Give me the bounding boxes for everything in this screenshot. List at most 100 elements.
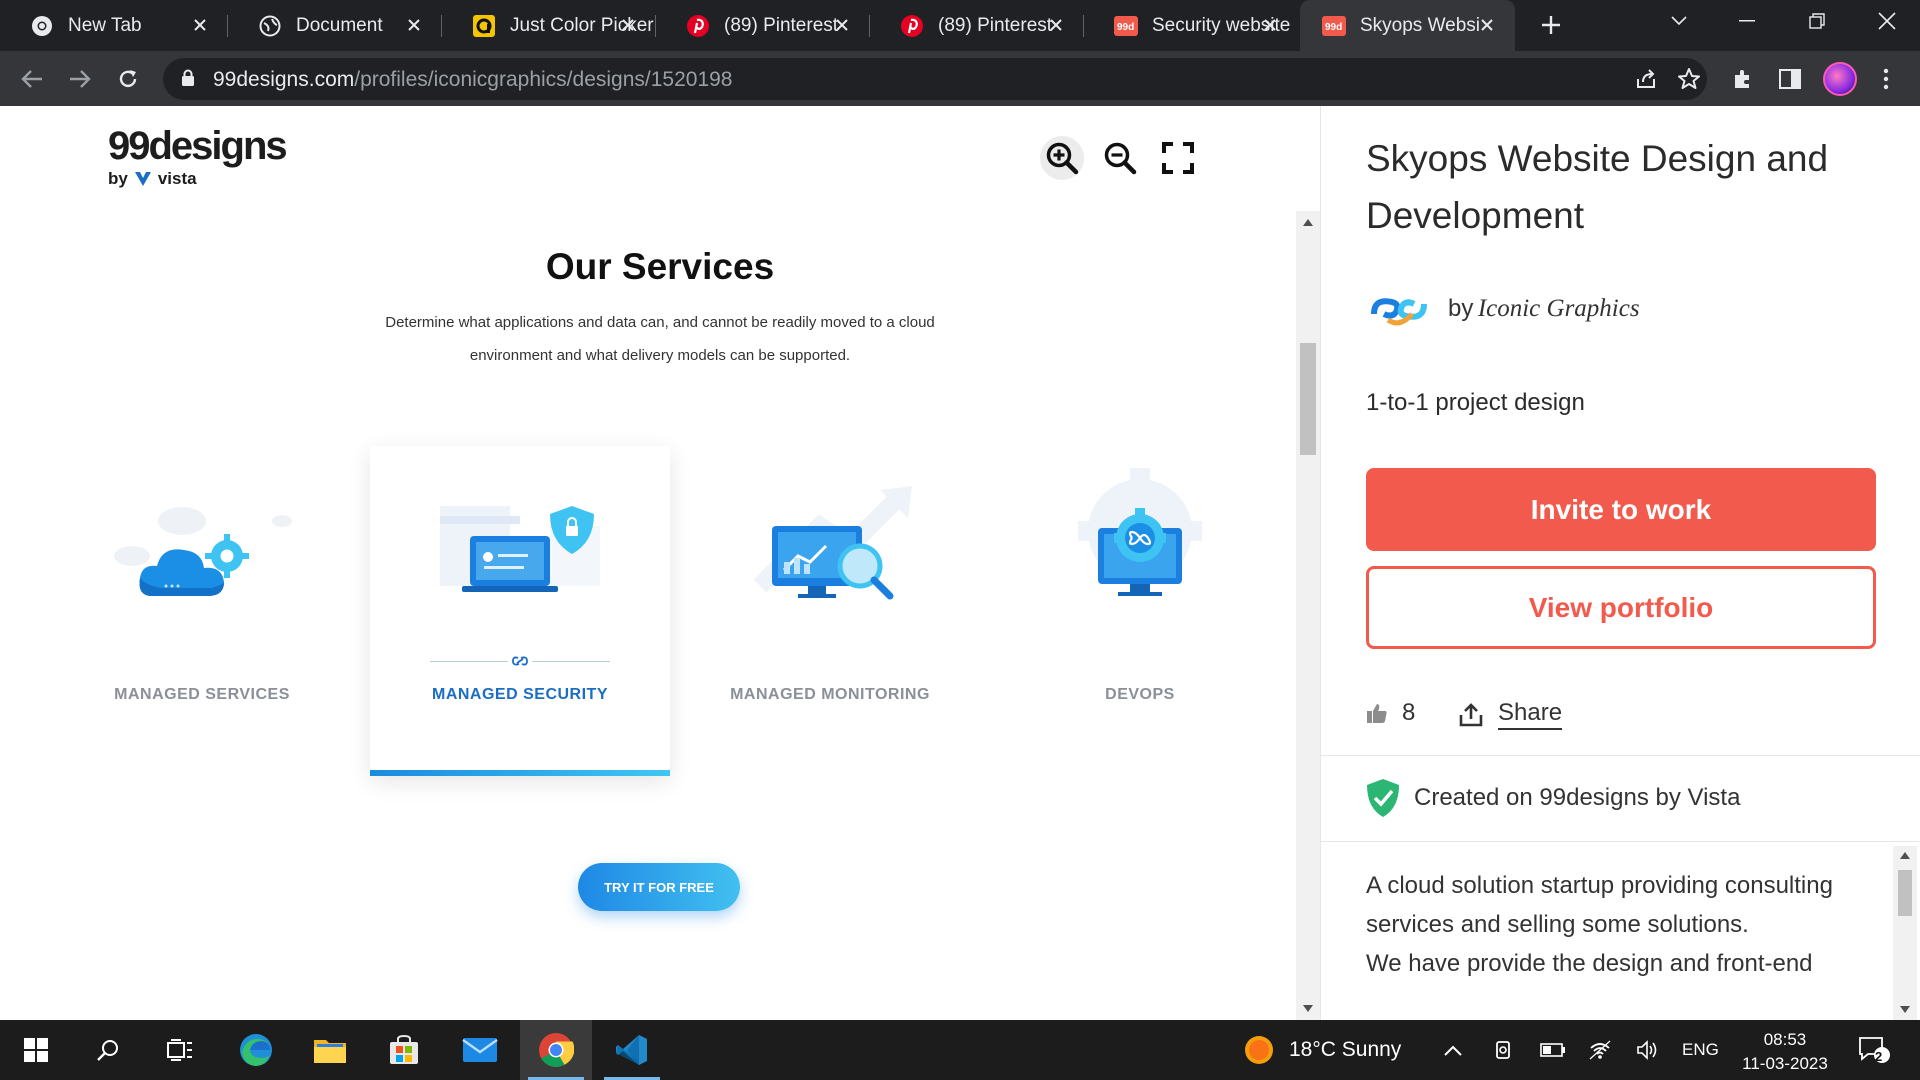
search-button[interactable] <box>72 1020 144 1080</box>
service-card: DEVOPS <box>990 446 1290 776</box>
cloud-gear-icon <box>114 507 292 596</box>
minimize-button[interactable] <box>1716 0 1778 42</box>
share-button[interactable]: Share <box>1458 699 1563 730</box>
edge-app[interactable] <box>220 1020 292 1080</box>
show-hidden-icons-button[interactable] <box>1444 1020 1462 1080</box>
design-scrollbar[interactable] <box>1296 211 1320 1020</box>
profile-avatar[interactable] <box>1823 62 1857 96</box>
scroll-down-arrow-icon[interactable] <box>1900 1006 1910 1013</box>
view-portfolio-button[interactable]: View portfolio <box>1366 566 1876 649</box>
zoom-in-icon <box>1046 142 1079 175</box>
close-tab-icon[interactable] <box>830 13 854 37</box>
fullscreen-icon <box>1162 142 1194 174</box>
url-text[interactable]: 99designs.com/profiles/iconicgraphics/de… <box>213 68 733 92</box>
scroll-down-arrow-icon[interactable] <box>1303 1005 1313 1012</box>
browser-toolbar: 99designs.com/profiles/iconicgraphics/de… <box>0 51 1920 106</box>
page-content: 99designs by vista Our Services Determin… <box>0 106 1920 1020</box>
tab-just-color-picker[interactable]: Just Color Picker <box>442 0 656 51</box>
invite-to-work-button[interactable]: Invite to work <box>1366 468 1876 551</box>
panel-scrollbar[interactable] <box>1893 846 1917 1020</box>
meet-now-icon[interactable] <box>1494 1020 1514 1080</box>
mail-icon <box>462 1038 498 1062</box>
design-description: A cloud solution startup providing consu… <box>1366 866 1886 1020</box>
notification-count: 2 <box>1875 1049 1883 1064</box>
share-label: Share <box>1498 699 1563 730</box>
kebab-menu-icon[interactable] <box>1870 63 1902 95</box>
battery-icon[interactable] <box>1540 1020 1566 1080</box>
try-it-for-free-button[interactable]: TRY IT FOR FREE <box>578 863 740 911</box>
new-tab-button[interactable] <box>1537 11 1565 39</box>
microsoft-store-app[interactable] <box>368 1020 440 1080</box>
language-indicator[interactable]: ENG <box>1682 1020 1719 1080</box>
address-bar[interactable]: 99designs.com/profiles/iconicgraphics/de… <box>163 58 1707 100</box>
99designs-icon: 99d <box>1322 14 1346 38</box>
close-tab-icon[interactable] <box>402 13 426 37</box>
wifi-icon[interactable] <box>1588 1020 1612 1080</box>
back-button[interactable] <box>16 63 48 95</box>
site-logo[interactable]: 99designs by vista <box>108 126 288 189</box>
sun-icon <box>1245 1036 1273 1064</box>
vscode-app[interactable] <box>596 1020 668 1080</box>
scrollbar-thumb[interactable] <box>1300 343 1316 455</box>
zoom-out-button[interactable] <box>1098 136 1142 180</box>
designer-name[interactable]: Iconic Graphics <box>1478 295 1640 323</box>
project-type: 1-to-1 project design <box>1366 389 1585 416</box>
tab-document[interactable]: Document <box>228 0 442 51</box>
tab-skyops-website[interactable]: 99d Skyops Website <box>1300 0 1515 51</box>
fullscreen-button[interactable] <box>1156 136 1200 180</box>
store-icon <box>390 1034 418 1064</box>
like-count: 8 <box>1402 699 1416 726</box>
pinterest-icon <box>686 14 710 38</box>
scroll-up-arrow-icon[interactable] <box>1900 852 1910 859</box>
vista-icon <box>134 172 151 186</box>
zoom-in-button[interactable] <box>1040 136 1084 180</box>
task-view-button[interactable] <box>144 1020 216 1080</box>
chrome-icon <box>539 1033 574 1067</box>
created-text: Created on 99designs by Vista <box>1414 784 1741 811</box>
design-heading: Our Services <box>545 246 775 287</box>
share-icon <box>1459 702 1483 726</box>
chrome-app[interactable] <box>520 1020 592 1080</box>
share-page-icon[interactable] <box>1630 63 1662 95</box>
restore-button[interactable] <box>1786 0 1848 42</box>
tab-pinterest-2[interactable]: (89) Pinterest <box>870 0 1084 51</box>
99designs-icon: 99d <box>1114 14 1138 38</box>
bookmark-star-icon[interactable] <box>1673 63 1705 95</box>
windows-taskbar: 18°C Sunny ENG 08:53 11-03-2023 2 <box>0 1020 1920 1080</box>
link-icon <box>508 652 532 670</box>
scroll-up-arrow-icon[interactable] <box>1303 219 1313 226</box>
scrollbar-thumb[interactable] <box>1898 870 1912 916</box>
description-paragraph: We have provide the design and front-end <box>1366 950 1813 977</box>
close-tab-icon[interactable] <box>188 13 212 37</box>
close-tab-icon[interactable] <box>616 13 640 37</box>
designer-avatar[interactable] <box>1366 284 1432 334</box>
tab-search-icon[interactable] <box>1648 0 1710 42</box>
forward-button[interactable] <box>64 63 96 95</box>
close-tab-icon[interactable] <box>1258 13 1282 37</box>
globe-icon <box>258 14 282 38</box>
close-tab-icon[interactable] <box>1475 13 1499 37</box>
side-panel-icon[interactable] <box>1774 63 1806 95</box>
start-button[interactable] <box>0 1020 72 1080</box>
close-window-button[interactable] <box>1856 0 1918 42</box>
file-explorer-app[interactable] <box>294 1020 366 1080</box>
design-subheading: Determine what applications and data can… <box>385 314 935 364</box>
weather-widget[interactable]: 18°C Sunny <box>1243 1020 1401 1080</box>
mail-app[interactable] <box>444 1020 516 1080</box>
like-button[interactable]: 8 <box>1366 699 1415 727</box>
tab-pinterest-1[interactable]: (89) Pinterest <box>656 0 870 51</box>
volume-icon[interactable] <box>1636 1020 1660 1080</box>
design-viewer: 99designs by vista Our Services Determin… <box>0 106 1320 1020</box>
close-tab-icon[interactable] <box>1044 13 1068 37</box>
tab-security-website[interactable]: 99d Security website <box>1084 0 1298 51</box>
weather-text: 18°C Sunny <box>1289 1038 1402 1061</box>
designer-info[interactable]: by Iconic Graphics <box>1366 284 1640 334</box>
tab-new-tab[interactable]: New Tab <box>0 0 228 51</box>
extensions-icon[interactable] <box>1727 63 1759 95</box>
pinterest-icon <box>900 14 924 38</box>
reload-button[interactable] <box>112 63 144 95</box>
monitor-analytics-icon <box>753 486 912 600</box>
logo-brand-text: vista <box>157 169 197 188</box>
notification-center-button[interactable]: 2 <box>1858 1020 1890 1080</box>
clock[interactable]: 08:53 11-03-2023 <box>1730 1028 1840 1076</box>
